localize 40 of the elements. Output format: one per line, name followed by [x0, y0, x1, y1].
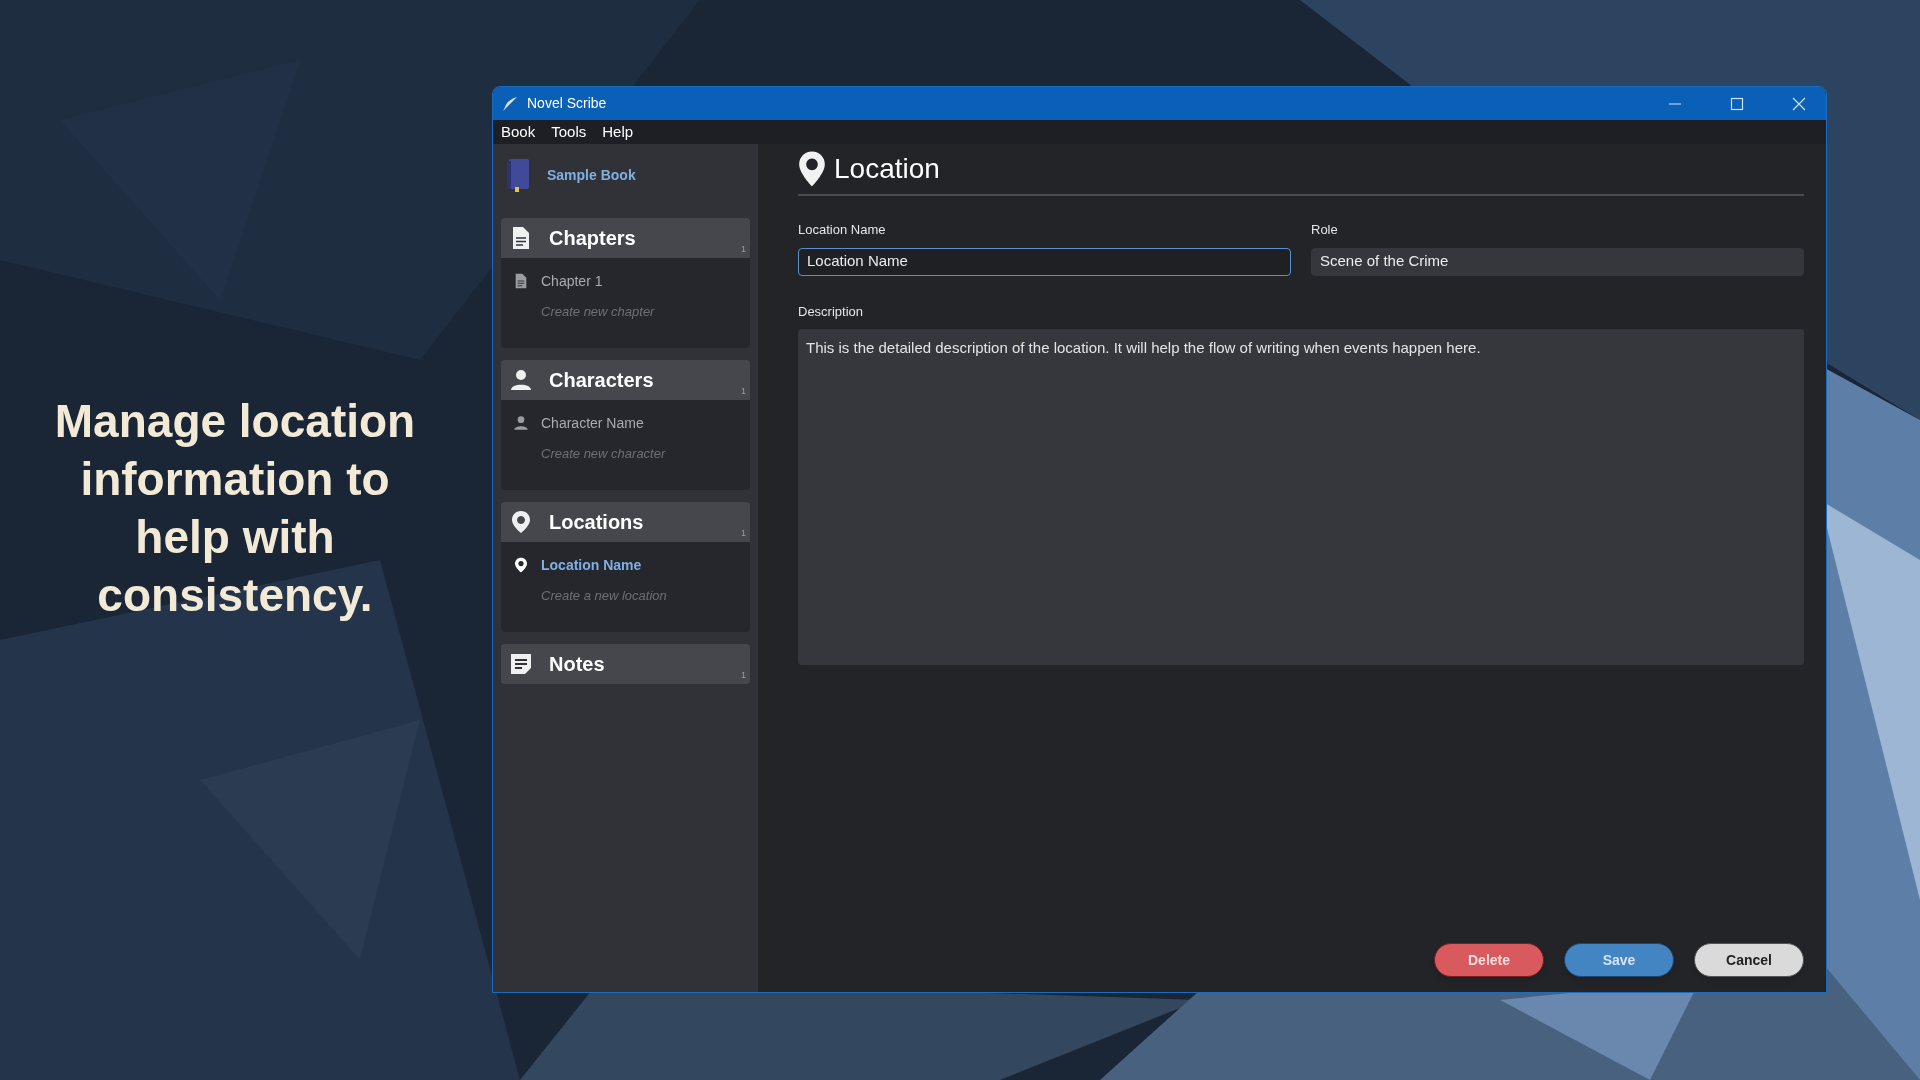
location-pin-icon: [509, 510, 533, 534]
page-heading: Location: [834, 152, 940, 186]
cancel-button[interactable]: Cancel: [1694, 943, 1804, 977]
close-icon[interactable]: [1792, 96, 1806, 111]
location-pin-icon: [798, 150, 826, 188]
item-count: 1: [741, 526, 746, 540]
person-icon: [513, 415, 529, 431]
input-field[interactable]: Location Name: [798, 247, 1291, 276]
section-header[interactable]: Chapters 1: [501, 218, 750, 258]
section-header[interactable]: Locations 1: [501, 502, 750, 542]
input-field[interactable]: Scene of the Crime: [1311, 247, 1804, 276]
section-title: Locations: [549, 510, 644, 535]
menu-item[interactable]: Book: [501, 120, 536, 144]
section-header[interactable]: Notes 1: [501, 644, 750, 684]
menu-item[interactable]: Tools: [551, 120, 587, 144]
field-label: Role: [1311, 221, 1338, 239]
field-label: Description: [798, 302, 864, 321]
book-title[interactable]: Sample Book: [547, 164, 636, 186]
document-icon: [513, 273, 529, 289]
maximize-icon[interactable]: [1730, 96, 1744, 111]
sidebar-item[interactable]: Location Name: [513, 550, 738, 580]
note-icon: [509, 652, 533, 676]
section-title: Characters: [549, 368, 654, 393]
sidebar-item[interactable]: Chapter 1: [513, 266, 738, 296]
section-title: Chapters: [549, 226, 636, 251]
item-count: 1: [741, 668, 746, 682]
caption: Manage location information to help with consistency.: [53, 394, 417, 623]
feather-icon: [501, 94, 519, 113]
description-field[interactable]: This is the detailed description of the location. It will help the flow of writing when events happen here.: [798, 329, 1804, 665]
item-count: 1: [741, 242, 746, 256]
item-count: 1: [741, 384, 746, 398]
section-title: Notes: [549, 652, 605, 677]
section-header[interactable]: Characters 1: [501, 360, 750, 400]
location-pin-icon: [513, 557, 529, 573]
menu-item[interactable]: Help: [602, 120, 634, 144]
person-icon: [509, 368, 533, 392]
field-label: Location Name: [798, 221, 886, 239]
sidebar-item[interactable]: Character Name: [513, 408, 738, 438]
book-icon: [505, 158, 531, 192]
window-title: Novel Scribe: [527, 94, 607, 113]
